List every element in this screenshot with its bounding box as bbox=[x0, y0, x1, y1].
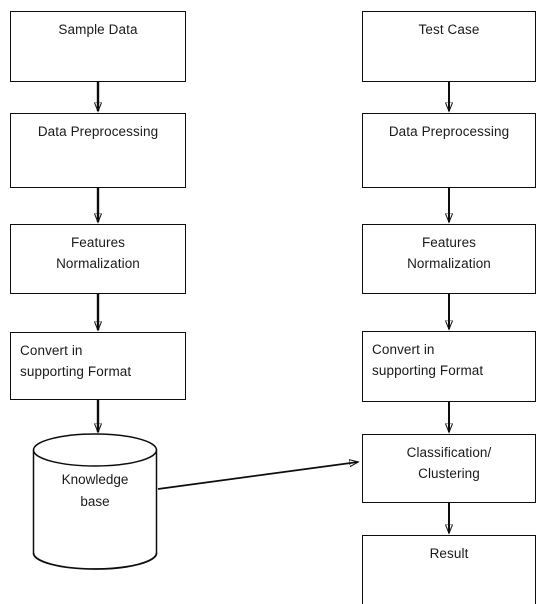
node-result-label: Result bbox=[429, 546, 469, 561]
node-features-normalization-left[interactable]: Features Normalization bbox=[10, 224, 186, 294]
node-data-preprocessing-left[interactable]: Data Preprocessing bbox=[10, 113, 186, 188]
node-features-normalization-right[interactable]: Features Normalization bbox=[362, 224, 536, 294]
node-knowledge-base-label: Knowledge base bbox=[61, 472, 129, 509]
node-result[interactable]: Result bbox=[362, 535, 536, 604]
node-convert-format-left[interactable]: Convert in supporting Format bbox=[10, 332, 186, 400]
node-data-preprocessing-right[interactable]: Data Preprocessing bbox=[362, 113, 536, 188]
node-features-normalization-left-label: Features Normalization bbox=[56, 235, 140, 271]
node-sample-data-label: Sample Data bbox=[58, 22, 138, 37]
node-features-normalization-right-label: Features Normalization bbox=[407, 235, 491, 271]
node-classification-clustering-label: Classification/ Clustering bbox=[406, 445, 492, 481]
node-data-preprocessing-left-label: Data Preprocessing bbox=[37, 124, 159, 139]
flowchart-canvas: Sample Data Data Preprocessing Features … bbox=[0, 0, 544, 604]
node-sample-data[interactable]: Sample Data bbox=[10, 11, 186, 82]
node-knowledge-base[interactable]: Knowledge base bbox=[32, 433, 158, 570]
node-data-preprocessing-right-label: Data Preprocessing bbox=[388, 124, 510, 139]
node-test-case[interactable]: Test Case bbox=[362, 11, 536, 82]
node-convert-format-right[interactable]: Convert in supporting Format bbox=[362, 331, 536, 402]
node-test-case-label: Test Case bbox=[418, 22, 480, 37]
node-convert-format-left-label: Convert in supporting Format bbox=[20, 343, 132, 379]
node-convert-format-right-label: Convert in supporting Format bbox=[372, 342, 484, 378]
edge-knowledge-base-to-classification bbox=[157, 462, 358, 490]
node-classification-clustering[interactable]: Classification/ Clustering bbox=[362, 434, 536, 503]
